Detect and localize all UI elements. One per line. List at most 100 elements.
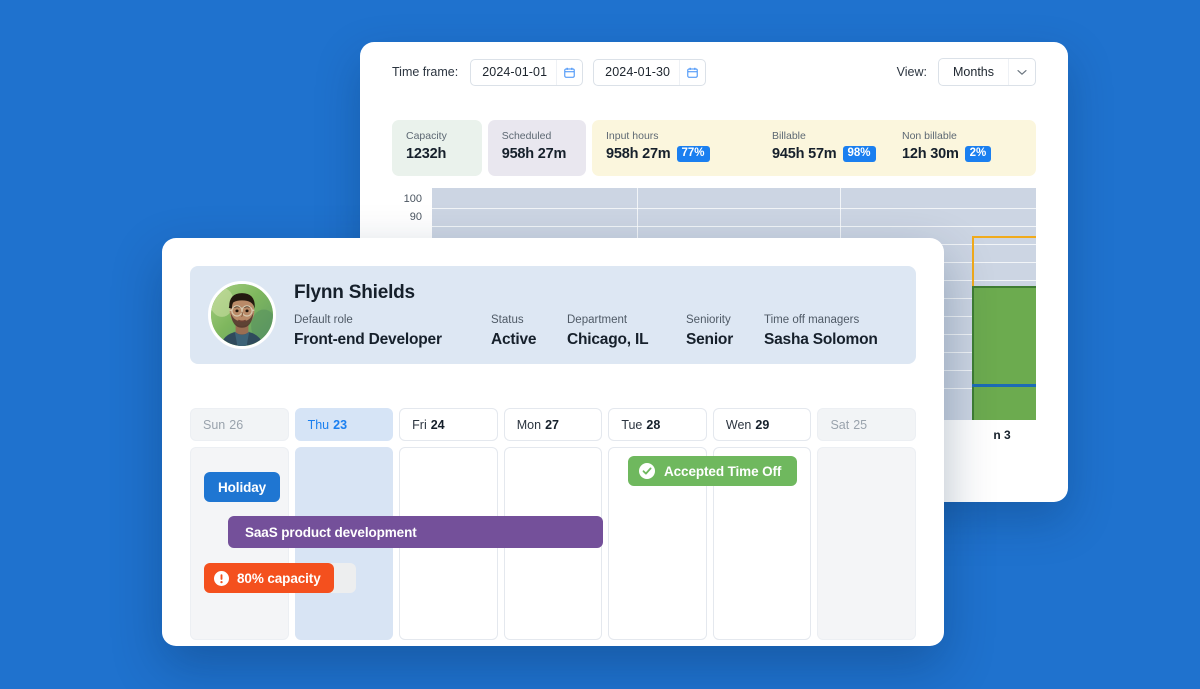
calendar-icon <box>564 67 575 78</box>
stat-value-row: 12h 30m 2% <box>902 146 1022 162</box>
field-label: Default role <box>294 313 353 326</box>
date-from-field[interactable]: 2024-01-01 <box>470 58 584 86</box>
stat-badge-input-hours: 77% <box>676 146 710 162</box>
view-select[interactable]: Months <box>938 58 1036 86</box>
field-value: Sasha Solomon <box>764 330 878 348</box>
stat-value-input-hours: 958h 27m <box>606 146 671 162</box>
calendar-day-header-sat-25[interactable]: Sat 25 <box>817 408 917 441</box>
employee-profile-banner: Flynn Shields Default role Front-end Dev… <box>190 266 916 364</box>
capacity-warning-chip[interactable]: 80% capacity <box>204 563 334 593</box>
stat-value-row: 1232h <box>406 146 468 162</box>
calendar-day-header-tue-28[interactable]: Tue 28 <box>608 408 707 441</box>
project-chip-label: SaaS product development <box>245 524 417 540</box>
project-chip[interactable]: SaaS product development <box>228 516 603 548</box>
calendar-day-header-thu-23[interactable]: Thu 23 <box>294 408 394 441</box>
profile-field-time-off-managers: Time off managers Sasha Solomon <box>764 313 878 349</box>
check-circle-icon <box>639 463 655 479</box>
stat-label-non-billable: Non billable <box>902 130 957 142</box>
accepted-time-off-chip[interactable]: Accepted Time Off <box>628 456 798 486</box>
chevron-down-icon <box>1017 69 1027 75</box>
day-date: 29 <box>755 417 770 432</box>
field-value: Chicago, IL <box>567 330 649 348</box>
gridline-horizontal <box>432 208 1036 209</box>
date-from-calendar-button[interactable] <box>556 59 582 85</box>
field-label: Time off managers <box>764 313 860 326</box>
stat-label-input-hours: Input hours <box>606 130 659 142</box>
view-label: View: <box>896 65 927 79</box>
stat-value-row: 958h 27m <box>502 146 572 162</box>
day-date: 25 <box>853 417 868 432</box>
chart-threshold-line <box>972 384 1036 387</box>
field-label: Department <box>567 313 628 326</box>
stat-label-billable: Billable <box>772 130 806 142</box>
stat-card-capacity: Capacity 1232h <box>392 120 482 176</box>
date-from-value: 2024-01-01 <box>482 65 548 79</box>
stat-value-row: 945h 57m 98% <box>772 146 902 162</box>
chart-capacity-outline <box>972 236 1036 288</box>
day-weekday: Mon <box>516 417 542 432</box>
day-weekday: Fri <box>412 417 427 432</box>
profile-field-status: Status Active <box>491 313 567 349</box>
profile-field-seniority: Seniority Senior <box>686 313 764 349</box>
field-label: Status <box>491 313 524 326</box>
time-off-chip-label: Accepted Time Off <box>664 463 782 479</box>
alert-circle-icon <box>214 570 229 586</box>
y-axis-tick: 90 <box>409 211 422 223</box>
profile-field-default-role: Default role Front-end Developer <box>294 313 491 349</box>
stat-value-row: 958h 27m 77% <box>606 146 772 162</box>
calendar-day-header-sun-26[interactable]: Sun 26 <box>190 408 289 441</box>
stats-row: Capacity 1232h Scheduled 958h 27m Input … <box>392 120 1036 176</box>
day-weekday: Sat <box>830 417 850 432</box>
field-label: Seniority <box>686 313 731 326</box>
stat-label-scheduled: Scheduled <box>501 130 552 142</box>
calendar-cell-row: Holiday SaaS product development 80% cap… <box>190 447 917 640</box>
stat-value-billable: 945h 57m <box>772 146 837 162</box>
calendar-day-header-fri-24[interactable]: Fri 24 <box>399 408 498 441</box>
date-to-field[interactable]: 2024-01-30 <box>593 58 707 86</box>
stat-card-input-hours: Input hours 958h 27m 77% <box>606 129 772 176</box>
employee-detail-card: Flynn Shields Default role Front-end Dev… <box>162 238 944 646</box>
calendar-cell-sat-25[interactable] <box>817 447 917 640</box>
date-to-calendar-button[interactable] <box>679 59 705 85</box>
calendar-day-header-row: Sun 26 Thu 23 Fri 24 Mon 27 Tue 28 Wen 29 Sat 2… <box>190 408 917 441</box>
stat-card-billable: Billable 945h 57m 98% <box>772 129 902 176</box>
stat-label-capacity: Capacity <box>406 130 447 142</box>
field-value: Active <box>491 330 537 348</box>
capacity-chip-label: 80% capacity <box>237 570 321 586</box>
day-date: 26 <box>229 417 244 432</box>
field-value: Senior <box>686 330 734 348</box>
profile-field-department: Department Chicago, IL <box>567 313 686 349</box>
profile-field-row: Default role Front-end Developer Status … <box>294 313 898 349</box>
dashboard-toolbar: Time frame: 2024-01-01 2024-01-30 View: … <box>360 42 1068 102</box>
stat-value-scheduled: 958h 27m <box>501 146 567 162</box>
day-date: 23 <box>333 417 348 432</box>
day-date: 24 <box>430 417 445 432</box>
field-value: Front-end Developer <box>294 330 442 348</box>
day-date: 27 <box>545 417 559 432</box>
calendar-day-header-mon-27[interactable]: Mon 27 <box>503 408 603 441</box>
stat-card-non-billable: Non billable 12h 30m 2% <box>902 129 1022 176</box>
calendar-day-header-wen-29[interactable]: Wen 29 <box>712 408 812 441</box>
stat-card-scheduled: Scheduled 958h 27m <box>487 120 586 176</box>
view-select-toggle[interactable] <box>1008 59 1035 85</box>
y-axis-tick: 100 <box>403 193 422 205</box>
chart-x-tick-label: n 3 <box>993 428 1011 442</box>
day-weekday: Thu <box>307 417 330 432</box>
day-weekday: Wen <box>725 417 752 432</box>
avatar-photo <box>211 284 273 346</box>
view-select-value: Months <box>953 65 994 79</box>
calendar-icon <box>687 67 698 78</box>
stat-badge-non-billable: 2% <box>964 146 992 162</box>
holiday-chip[interactable]: Holiday <box>204 472 281 502</box>
profile-details: Flynn Shields Default role Front-end Dev… <box>294 281 898 349</box>
day-date: 28 <box>646 417 661 432</box>
stat-value-non-billable: 12h 30m <box>902 146 959 162</box>
stat-badge-billable: 98% <box>842 146 876 162</box>
week-calendar: Sun 26 Thu 23 Fri 24 Mon 27 Tue 28 Wen 29 Sat 2… <box>190 408 917 640</box>
stat-card-hours-group: Input hours 958h 27m 77% Billable 945h 5… <box>592 120 1036 176</box>
date-to-value: 2024-01-30 <box>605 65 671 79</box>
avatar <box>208 281 276 349</box>
gridline-horizontal <box>432 226 1036 227</box>
day-weekday: Sun <box>203 417 226 432</box>
employee-name: Flynn Shields <box>294 281 415 303</box>
